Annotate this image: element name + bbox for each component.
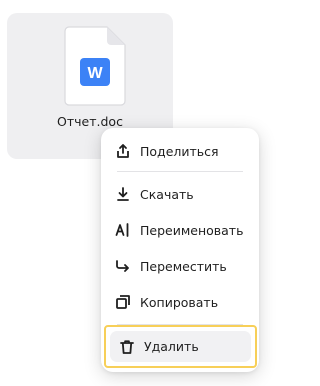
menu-item-delete[interactable]: Удалить [110, 331, 251, 362]
menu-separator [117, 171, 243, 172]
file-browser-view: W Отчет.doc Поделиться Скачать Переимено… [0, 0, 268, 386]
download-icon [114, 185, 132, 203]
menu-item-label: Поделиться [140, 143, 219, 159]
rename-icon [114, 221, 132, 239]
delete-highlight-frame: Удалить [104, 325, 257, 368]
word-document-icon: W [64, 26, 126, 106]
menu-item-label: Удалить [144, 339, 199, 354]
menu-item-label: Копировать [140, 294, 219, 310]
move-icon [114, 257, 132, 275]
menu-item-label: Переместить [140, 258, 227, 274]
menu-item-move[interactable]: Переместить [101, 249, 259, 283]
share-icon [114, 142, 132, 160]
copy-icon [114, 293, 132, 311]
menu-item-rename[interactable]: Переименовать [101, 213, 259, 247]
menu-item-copy[interactable]: Копировать [101, 285, 259, 319]
word-badge-letter: W [87, 65, 103, 82]
file-name: Отчет.doc [57, 114, 123, 129]
menu-item-label: Скачать [140, 186, 194, 202]
trash-icon [118, 338, 136, 356]
menu-item-label: Переименовать [140, 222, 244, 238]
menu-item-share[interactable]: Поделиться [101, 134, 259, 168]
menu-item-download[interactable]: Скачать [101, 177, 259, 211]
